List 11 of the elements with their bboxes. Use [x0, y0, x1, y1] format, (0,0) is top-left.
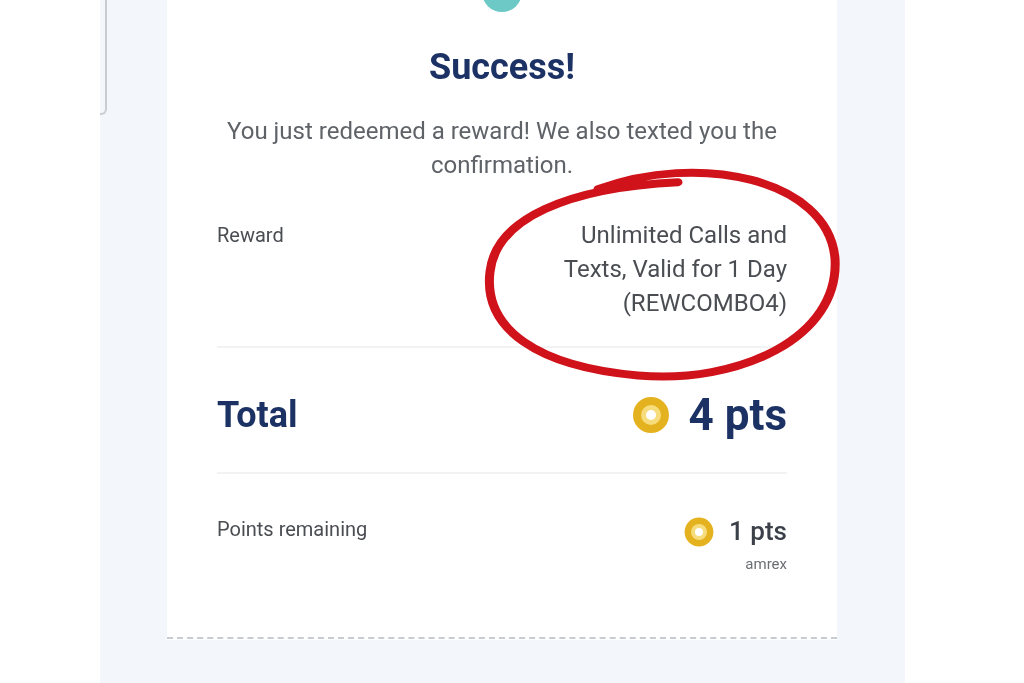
- reward-value: Unlimited Calls and Texts, Valid for 1 Day (REWCOMBO4): [562, 220, 787, 319]
- total-label: Total: [217, 393, 298, 438]
- total-value: 4 pts: [688, 388, 787, 443]
- message: You just redeemed a reward! We also texted you the confirmation.: [226, 116, 778, 181]
- account-name: amrex: [745, 554, 787, 575]
- points-remaining-value: 1 pts: [729, 515, 787, 548]
- points-remaining-label: Points remaining: [217, 516, 368, 543]
- coin-icon: [683, 515, 716, 548]
- title: Success!: [428, 45, 576, 90]
- coin-icon: [630, 395, 671, 435]
- reward-label: Reward: [217, 222, 284, 249]
